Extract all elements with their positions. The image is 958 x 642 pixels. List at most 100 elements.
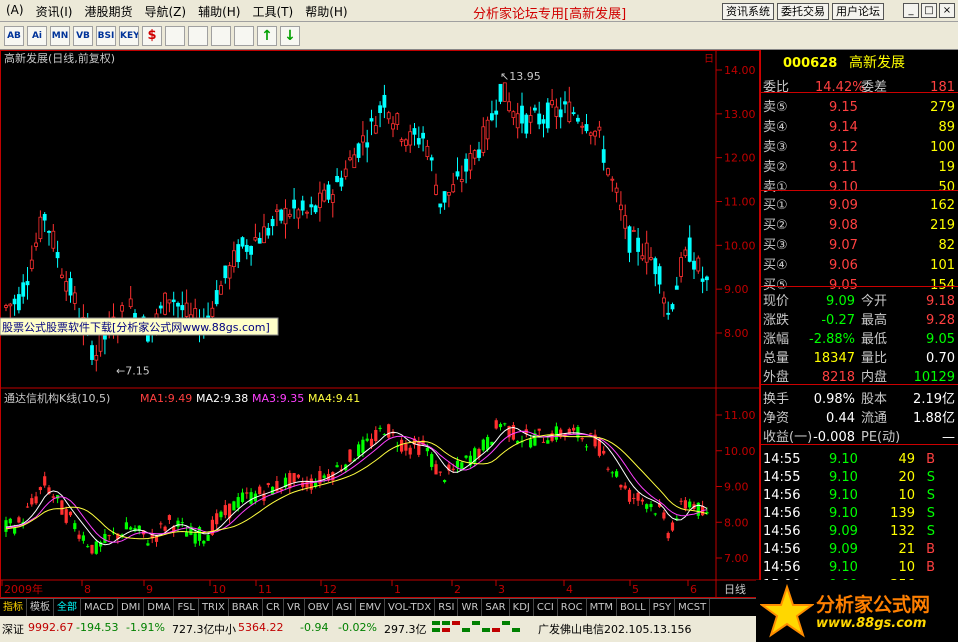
toolbar-ab-icon[interactable]: AB (4, 25, 24, 46)
candle-body (601, 149, 606, 163)
bid-row: 买② 9.08 219 (761, 216, 958, 235)
tab-cr[interactable]: CR (263, 599, 284, 616)
tab-brar[interactable]: BRAR (229, 599, 263, 616)
x-axis-label: 5 (632, 583, 639, 596)
inst-candle-body (541, 441, 546, 443)
header-button-0[interactable]: 资讯系统 (722, 3, 774, 20)
candle-body (692, 260, 696, 270)
toolbar-link-icon[interactable] (165, 25, 185, 46)
candle-body (313, 205, 318, 213)
inst-candle-body (73, 523, 77, 530)
inst-candle-body (417, 440, 421, 455)
period-label[interactable]: 日线 (724, 582, 746, 596)
toolbar-export-icon[interactable] (188, 25, 208, 46)
menu-item-5[interactable]: 工具(T) (246, 3, 299, 20)
chart-area[interactable]: 高新发展(日线,前复权) 日 14.00 13.00 12.00 11.00 10.00 9.… (0, 50, 760, 598)
toolbar-pencil-icon[interactable] (211, 25, 231, 46)
inst-candle-body (292, 473, 296, 483)
lower-y-label: 10.00 (724, 445, 756, 458)
tab-emv[interactable]: EMV (356, 599, 385, 616)
candle-body (502, 82, 507, 102)
tab-obv[interactable]: OBV (305, 599, 333, 616)
ad-banner-text[interactable]: 股票公式股票软件下载[分析家公式网www.88gs.com] (2, 320, 270, 334)
menu-item-3[interactable]: 导航(Z) (139, 3, 193, 20)
tab-vr[interactable]: VR (284, 599, 305, 616)
tab-boll[interactable]: BOLL (617, 599, 650, 616)
menu-item-4[interactable]: 辅助(H) (192, 3, 246, 20)
inst-candle-body (357, 444, 361, 457)
menu-item-1[interactable]: 资讯(I) (30, 3, 79, 20)
tab-rsi[interactable]: RSI (435, 599, 459, 616)
tab-asi[interactable]: ASI (333, 599, 357, 616)
inst-candle-body (81, 535, 85, 541)
inst-candle-body (679, 500, 683, 502)
ask-price: 9.11 (829, 160, 858, 175)
tab-模板[interactable]: 模板 (27, 599, 54, 616)
menu-item-6[interactable]: 帮助(H) (299, 3, 353, 20)
menu-item-0[interactable]: (A) (0, 3, 30, 20)
tab-cci[interactable]: CCI (534, 599, 558, 616)
header-button-1[interactable]: 委托交易 (777, 3, 829, 20)
tick-side: S (926, 506, 935, 521)
tab-全部[interactable]: 全部 (54, 599, 81, 616)
tab-mtm[interactable]: MTM (587, 599, 617, 616)
tab-trix[interactable]: TRIX (199, 599, 229, 616)
toolbar-mn-icon[interactable]: MN (50, 25, 70, 46)
maximize-button[interactable]: □ (921, 3, 937, 18)
extra-row: 换手 0.98% 股本 2.19亿 (761, 390, 958, 409)
ask-volume: 279 (930, 100, 955, 115)
menu-item-2[interactable]: 港股期货 (78, 3, 138, 20)
candle-body (330, 194, 335, 203)
header-button-2[interactable]: 用户论坛 (832, 3, 884, 20)
candle-body (60, 274, 64, 278)
tab-kdj[interactable]: KDJ (510, 599, 534, 616)
bid-volume: 101 (930, 258, 955, 273)
toolbar-dollar-icon[interactable]: $ (142, 25, 162, 46)
candle-body (700, 278, 705, 282)
candle-body (545, 102, 550, 129)
toolbar-key-icon[interactable]: KEY (119, 25, 139, 46)
extra-label: 净资 (763, 411, 790, 426)
inst-candle-body (25, 506, 30, 508)
tab-dma[interactable]: DMA (144, 599, 175, 616)
extra-value: 0.98% (813, 392, 855, 407)
toolbar-vb-icon[interactable]: VB (73, 25, 93, 46)
tick-volume: 20 (898, 470, 915, 485)
minimize-button[interactable]: _ (903, 3, 919, 18)
candle-body (378, 105, 383, 113)
inst-candle-body (670, 522, 675, 531)
tab-wr[interactable]: WR (458, 599, 483, 616)
candle-body (214, 290, 219, 305)
candle-body (576, 117, 580, 122)
candle-body (270, 219, 275, 227)
tab-vol-tdx[interactable]: VOL-TDX (385, 599, 436, 616)
inst-candle-body (38, 487, 42, 491)
inst-candle-body (245, 492, 249, 494)
ma-line (5, 430, 707, 543)
tab-roc[interactable]: ROC (558, 599, 587, 616)
toolbar-move-icon[interactable] (234, 25, 254, 46)
lower-y-label: 7.00 (724, 552, 749, 565)
kline-chart-svg[interactable]: 高新发展(日线,前复权) 日 14.00 13.00 12.00 11.00 10.00 9.… (0, 50, 760, 598)
tab-sar[interactable]: SAR (482, 599, 510, 616)
tab-mcst[interactable]: MCST (675, 599, 711, 616)
toolbar-bsi-icon[interactable]: BSI (96, 25, 116, 46)
candle-body (47, 231, 51, 233)
extra-row: 净资 0.44 流通 1.88亿 (761, 409, 958, 428)
candle-body (128, 298, 133, 308)
close-button[interactable]: × (939, 3, 955, 18)
toolbar-ai-icon[interactable]: Ai (27, 25, 47, 46)
tab-psy[interactable]: PSY (650, 599, 676, 616)
toolbar-down-arrow-icon[interactable]: ↓ (280, 25, 300, 46)
tab-fsl[interactable]: FSL (174, 599, 199, 616)
inst-candle-body (90, 544, 94, 554)
lower-chart-title: 通达信机构K线(10,5) (4, 391, 110, 405)
stat-label: 今开 (861, 294, 888, 309)
tab-dmi[interactable]: DMI (118, 599, 145, 616)
toolbar-up-arrow-icon[interactable]: ↑ (257, 25, 277, 46)
tab-指标[interactable]: 指标 (0, 599, 27, 616)
inst-candle-body (223, 505, 227, 516)
tick-time: 14:56 (763, 542, 801, 557)
tab-macd[interactable]: MACD (81, 599, 118, 616)
ma-legend-4: MA4:9.41 (308, 392, 360, 405)
